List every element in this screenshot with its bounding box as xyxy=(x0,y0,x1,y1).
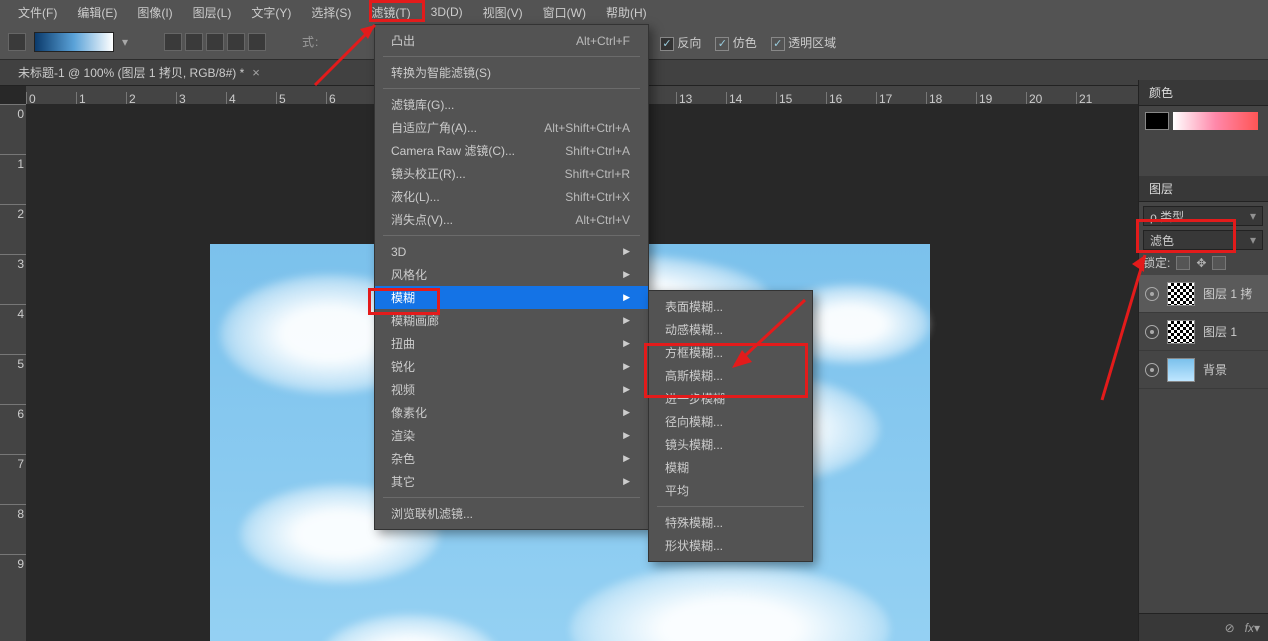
layer-kind-filter[interactable]: ρ 类型▾ xyxy=(1143,206,1263,226)
filter-menu-dropdown[interactable]: 凸出Alt+Ctrl+F 转换为智能滤镜(S) 滤镜库(G)...自适应广角(A).… xyxy=(374,24,649,530)
menu-item[interactable]: 渲染 xyxy=(375,424,648,447)
menu-图层[interactable]: 图层(L) xyxy=(183,0,242,25)
menu-item[interactable]: 模糊 xyxy=(375,286,648,309)
menu-选择[interactable]: 选择(S) xyxy=(301,0,361,25)
menu-视图[interactable]: 视图(V) xyxy=(473,0,533,25)
menu-item[interactable]: 3D xyxy=(375,240,648,263)
document-tab[interactable]: 未标题-1 @ 100% (图层 1 拷贝, RGB/8#) *× xyxy=(12,64,266,81)
menu-item[interactable]: 模糊画廊 xyxy=(375,309,648,332)
menu-文件[interactable]: 文件(F) xyxy=(8,0,67,25)
menu-item[interactable]: 凸出Alt+Ctrl+F xyxy=(375,29,648,52)
submenu-item[interactable]: 高斯模糊... xyxy=(649,364,812,387)
submenu-item[interactable]: 镜头模糊... xyxy=(649,433,812,456)
menu-文字[interactable]: 文字(Y) xyxy=(241,0,301,25)
layer-name: 图层 1 拷 xyxy=(1203,285,1252,302)
menu-item[interactable]: 像素化 xyxy=(375,401,648,424)
submenu-item[interactable]: 形状模糊... xyxy=(649,534,812,557)
menu-bar: 文件(F)编辑(E)图像(I)图层(L)文字(Y)选择(S)滤镜(T)3D(D)… xyxy=(0,0,1268,24)
submenu-item[interactable]: 动感模糊... xyxy=(649,318,812,341)
menu-帮助[interactable]: 帮助(H) xyxy=(596,0,657,25)
lock-position-icon[interactable]: ✥ xyxy=(1196,256,1206,270)
lock-row: 锁定: ✥ xyxy=(1143,254,1264,271)
layer-row[interactable]: 图层 1 xyxy=(1139,313,1268,351)
menu-图像[interactable]: 图像(I) xyxy=(127,0,182,25)
layer-thumb xyxy=(1167,358,1195,382)
visibility-icon[interactable] xyxy=(1145,363,1159,377)
menu-item[interactable]: 视频 xyxy=(375,378,648,401)
reverse-checkbox[interactable]: 反向 xyxy=(660,34,701,51)
layer-row[interactable]: 图层 1 拷 xyxy=(1139,275,1268,313)
layers-panel-footer: ⊘ fx▾ xyxy=(1139,613,1268,641)
menu-3d[interactable]: 3D(D) xyxy=(421,1,473,23)
menu-item[interactable]: 自适应广角(A)...Alt+Shift+Ctrl+A xyxy=(375,116,648,139)
right-panels: 颜色 图层 ρ 类型▾ 滤色▾ 锁定: ✥ 图层 1 拷图层 1 背景 ⊘ fx▾ xyxy=(1138,80,1268,641)
fx-icon[interactable]: fx▾ xyxy=(1245,621,1260,635)
visibility-icon[interactable] xyxy=(1145,287,1159,301)
transparency-checkbox[interactable]: 透明区域 xyxy=(771,34,836,51)
color-spectrum[interactable] xyxy=(1173,112,1258,130)
menu-编辑[interactable]: 编辑(E) xyxy=(67,0,127,25)
menu-item[interactable]: 滤镜库(G)... xyxy=(375,93,648,116)
gradient-type-group[interactable] xyxy=(164,33,266,51)
layer-name: 背景 xyxy=(1203,361,1227,378)
submenu-item[interactable]: 表面模糊... xyxy=(649,295,812,318)
menu-item[interactable]: 液化(L)...Shift+Ctrl+X xyxy=(375,185,648,208)
layer-thumb xyxy=(1167,320,1195,344)
tool-preset-icon[interactable] xyxy=(8,33,26,51)
layer-name: 图层 1 xyxy=(1203,323,1237,340)
blur-submenu[interactable]: 表面模糊...动感模糊...方框模糊...高斯模糊...进一步模糊径向模糊...… xyxy=(648,290,813,562)
link-icon[interactable]: ⊘ xyxy=(1225,621,1235,635)
close-icon[interactable]: × xyxy=(252,65,260,80)
menu-滤镜[interactable]: 滤镜(T) xyxy=(361,0,420,25)
menu-item[interactable]: 镜头校正(R)...Shift+Ctrl+R xyxy=(375,162,648,185)
layer-controls: ρ 类型▾ 滤色▾ 锁定: ✥ xyxy=(1139,202,1268,275)
submenu-item[interactable]: 方框模糊... xyxy=(649,341,812,364)
dither-checkbox[interactable]: 仿色 xyxy=(715,34,756,51)
mode-label: 式: xyxy=(302,33,319,50)
layer-thumb xyxy=(1167,282,1195,306)
color-panel[interactable] xyxy=(1139,106,1268,176)
menu-item[interactable]: 其它 xyxy=(375,470,648,493)
menu-窗口[interactable]: 窗口(W) xyxy=(533,0,596,25)
ruler-vertical: 0123456789 xyxy=(0,104,26,641)
menu-item[interactable]: 转换为智能滤镜(S) xyxy=(375,61,648,84)
menu-item[interactable]: 浏览联机滤镜... xyxy=(375,502,648,525)
submenu-item[interactable]: 进一步模糊 xyxy=(649,387,812,410)
layers-panel-title[interactable]: 图层 xyxy=(1139,176,1268,202)
gradient-swatch[interactable] xyxy=(34,32,114,52)
lock-pixels-icon[interactable] xyxy=(1176,256,1190,270)
lock-all-icon[interactable] xyxy=(1212,256,1226,270)
submenu-item[interactable]: 径向模糊... xyxy=(649,410,812,433)
submenu-item[interactable]: 模糊 xyxy=(649,456,812,479)
menu-item[interactable]: 风格化 xyxy=(375,263,648,286)
foreground-swatch[interactable] xyxy=(1145,112,1169,130)
submenu-item[interactable]: 特殊模糊... xyxy=(649,511,812,534)
layer-row[interactable]: 背景 xyxy=(1139,351,1268,389)
visibility-icon[interactable] xyxy=(1145,325,1159,339)
menu-item[interactable]: 扭曲 xyxy=(375,332,648,355)
menu-item[interactable]: 消失点(V)...Alt+Ctrl+V xyxy=(375,208,648,231)
menu-item[interactable]: 锐化 xyxy=(375,355,648,378)
color-panel-title[interactable]: 颜色 xyxy=(1139,80,1268,106)
blend-mode-select[interactable]: 滤色▾ xyxy=(1143,230,1263,250)
opt-checkboxes: 反向 仿色 透明区域 xyxy=(660,34,836,51)
menu-item[interactable]: 杂色 xyxy=(375,447,648,470)
menu-item[interactable]: Camera Raw 滤镜(C)...Shift+Ctrl+A xyxy=(375,139,648,162)
layers-list[interactable]: 图层 1 拷图层 1 背景 xyxy=(1139,275,1268,389)
submenu-item[interactable]: 平均 xyxy=(649,479,812,502)
